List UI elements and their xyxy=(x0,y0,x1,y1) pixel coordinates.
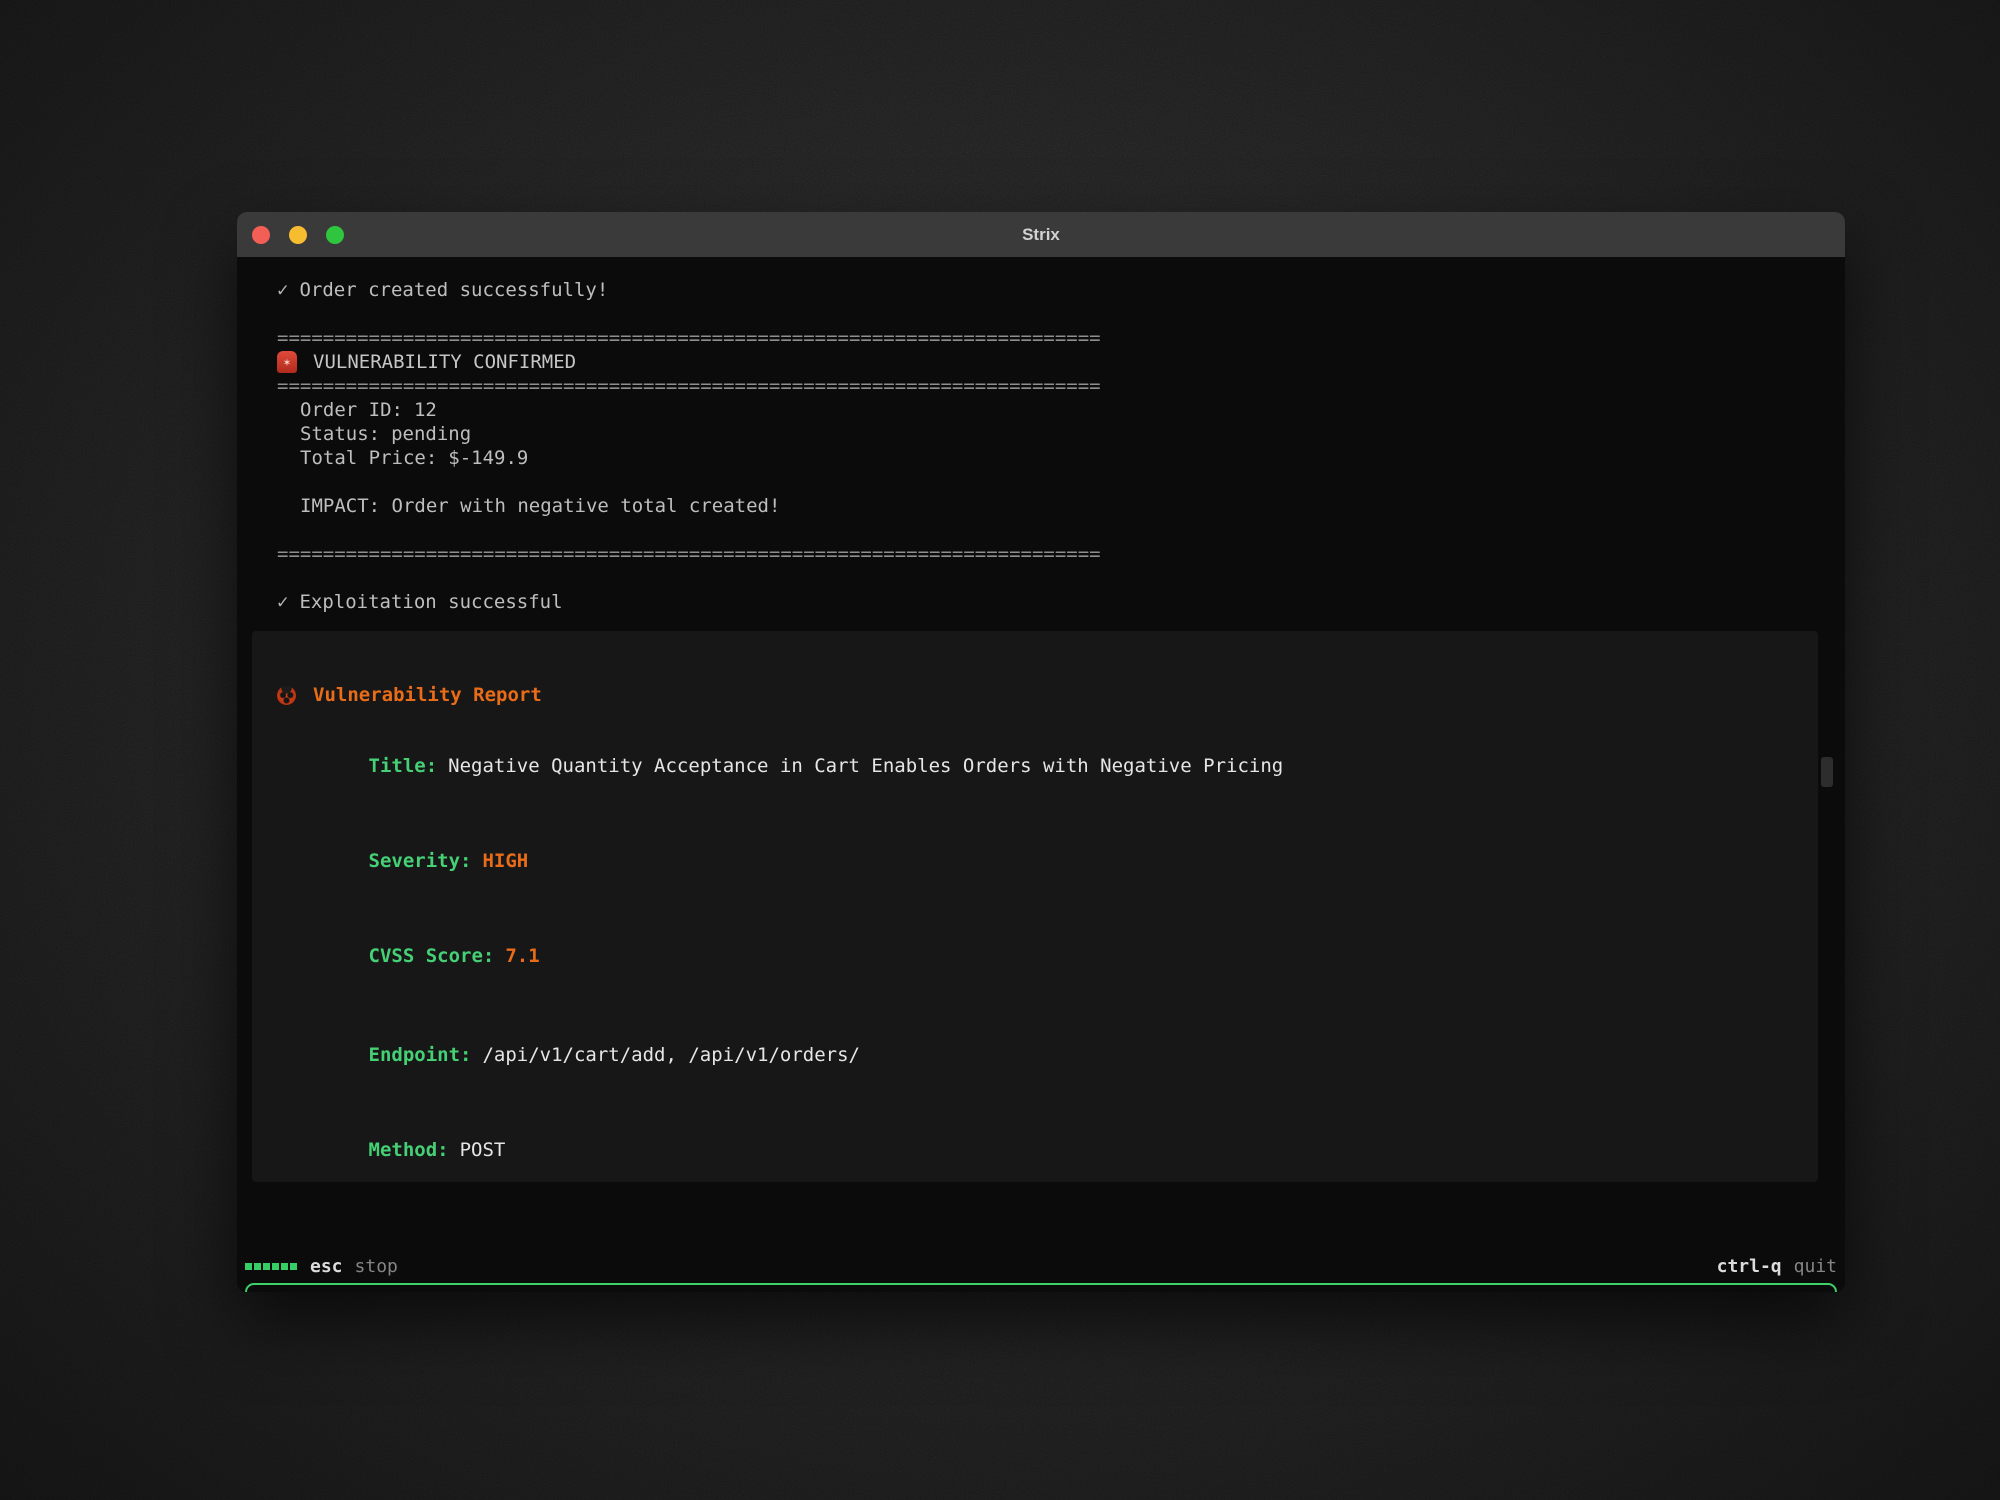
order-status-value: pending xyxy=(391,422,471,446)
terminal-output-area[interactable]: ✓ Order created successfully! ==========… xyxy=(237,257,1845,1292)
titlebar[interactable]: Strix xyxy=(237,212,1845,257)
check-icon: ✓ xyxy=(277,590,288,614)
order-id-line: Order ID: 12 xyxy=(277,398,1815,422)
spinner-block xyxy=(245,1263,252,1270)
vulnerability-confirmed-line: VULNERABILITY CONFIRMED xyxy=(277,350,1815,374)
order-id-value: 12 xyxy=(414,398,437,422)
console-log: ✓ Order created successfully! ==========… xyxy=(277,278,1815,614)
spinner-block xyxy=(263,1263,270,1270)
report-endpoint-row: Endpoint:/api/v1/cart/add, /api/v1/order… xyxy=(277,1019,1793,1091)
report-method-row: Method:POST xyxy=(277,1114,1793,1182)
endpoint-value: /api/v1/cart/add, /api/v1/orders/ xyxy=(482,1044,860,1066)
report-title-value: Negative Quantity Acceptance in Cart Ena… xyxy=(448,755,1283,777)
total-price-value: $-149.9 xyxy=(448,446,528,470)
blank-line xyxy=(277,302,1815,326)
order-status-line: Status: pending xyxy=(277,422,1815,446)
check-icon: ✓ xyxy=(277,278,288,302)
total-price-line: Total Price: $-149.9 xyxy=(277,446,1815,470)
exploitation-successful-line: ✓ Exploitation successful xyxy=(277,590,1815,614)
separator-line: ========================================… xyxy=(277,542,1815,566)
report-severity-row: Severity:HIGH xyxy=(277,825,1793,897)
esc-action-label: stop xyxy=(355,1256,398,1277)
blank-line xyxy=(277,470,1815,494)
severity-badge: HIGH xyxy=(482,850,528,872)
blank-line xyxy=(277,518,1815,542)
scrollbar-thumb[interactable] xyxy=(1821,757,1833,787)
report-header: Vulnerability Report xyxy=(277,683,1793,707)
rotating-light-icon xyxy=(277,351,297,373)
window-controls xyxy=(252,212,344,257)
spinner-block xyxy=(272,1263,279,1270)
command-input[interactable]: > xyxy=(245,1283,1837,1292)
spinner-block xyxy=(254,1263,261,1270)
activity-spinner-blocks xyxy=(245,1263,297,1270)
vulnerability-report-panel: Vulnerability Report Title:Negative Quan… xyxy=(252,631,1818,1182)
spinner-block xyxy=(290,1263,297,1270)
separator-line: ========================================… xyxy=(277,326,1815,350)
strix-terminal-window: Strix ✓ Order created successfully! ====… xyxy=(237,212,1845,1292)
separator-line: ========================================… xyxy=(277,374,1815,398)
close-window-button[interactable] xyxy=(252,226,270,244)
status-bar: esc stop ctrl-q quit xyxy=(245,1253,1837,1279)
blank-line xyxy=(277,566,1815,590)
impact-line: IMPACT: Order with negative total create… xyxy=(277,494,1815,518)
report-header-title: Vulnerability Report xyxy=(313,683,542,707)
esc-key-hint: esc xyxy=(310,1256,343,1277)
order-created-line: ✓ Order created successfully! xyxy=(277,278,1815,302)
ladybug-icon xyxy=(277,686,296,705)
report-title-row: Title:Negative Quantity Acceptance in Ca… xyxy=(277,730,1793,802)
spinner-block xyxy=(281,1263,288,1270)
report-cvss-row: CVSS Score:7.1 xyxy=(277,920,1793,992)
window-title: Strix xyxy=(237,225,1845,245)
ctrl-q-key-hint: ctrl-q xyxy=(1717,1256,1782,1277)
quit-action-label: quit xyxy=(1794,1256,1837,1277)
minimize-window-button[interactable] xyxy=(289,226,307,244)
cvss-score-value: 7.1 xyxy=(505,945,539,967)
zoom-window-button[interactable] xyxy=(326,226,344,244)
method-value: POST xyxy=(460,1139,506,1161)
